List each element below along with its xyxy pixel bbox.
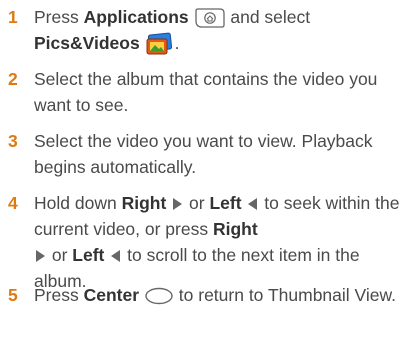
step-3: 3 Select the video you want to view. Pla… bbox=[8, 128, 408, 180]
right-arrow-icon bbox=[173, 198, 183, 210]
step-text: Press Center to return to Thumbnail View… bbox=[34, 285, 397, 306]
pics-videos-app-icon bbox=[145, 32, 175, 56]
left-key-label: Left bbox=[72, 245, 105, 265]
step-text: Select the album that contains the video… bbox=[34, 69, 378, 115]
instruction-steps: 1 Press Applications and select Pics&Vid… bbox=[0, 0, 412, 346]
step-text: Press Applications and select Pics&Video… bbox=[34, 4, 408, 56]
left-arrow-icon bbox=[248, 198, 258, 210]
step-text: Hold down Right or Left to seek within t… bbox=[34, 193, 400, 291]
step-number: 5 bbox=[8, 285, 18, 305]
right-key-label: Right bbox=[212, 219, 258, 239]
center-key-label: Center bbox=[83, 285, 140, 305]
step-number: 3 bbox=[8, 131, 18, 151]
center-button-icon bbox=[144, 286, 174, 306]
applications-key-icon bbox=[194, 7, 226, 29]
step-number: 1 bbox=[8, 7, 18, 27]
step-5: 5 Press Center to return to Thumbnail Vi… bbox=[8, 282, 408, 308]
step-1: 1 Press Applications and select Pics&Vid… bbox=[8, 4, 408, 56]
step-text: Select the video you want to view. Playb… bbox=[34, 131, 373, 177]
applications-key-label: Applications bbox=[83, 7, 189, 27]
left-key-label: Left bbox=[209, 193, 242, 213]
pics-videos-label: Pics&Videos bbox=[34, 33, 140, 53]
left-arrow-icon bbox=[111, 250, 121, 262]
right-key-label: Right bbox=[121, 193, 167, 213]
step-number: 4 bbox=[8, 193, 18, 213]
step-2: 2 Select the album that contains the vid… bbox=[8, 66, 408, 118]
step-4: 4 Hold down Right or Left to seek within… bbox=[8, 190, 408, 294]
right-arrow-icon bbox=[36, 250, 45, 262]
step-number: 2 bbox=[8, 69, 18, 89]
